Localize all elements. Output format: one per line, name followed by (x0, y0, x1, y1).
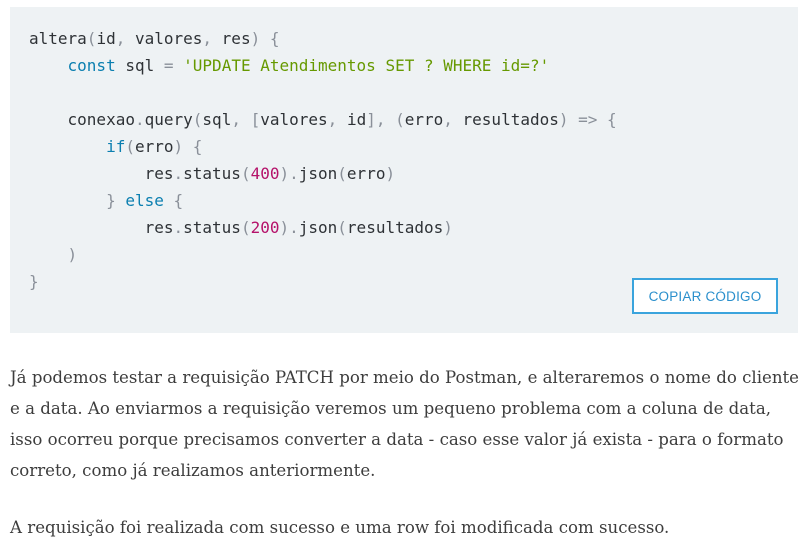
code-token: id (346, 110, 367, 129)
code-token: ( (240, 164, 251, 183)
code-token: ( (125, 137, 135, 156)
code-line: conexao.query(sql, [valores, id], (erro,… (29, 106, 617, 133)
code-token: = (163, 56, 174, 75)
code-line: altera(id, valores, res) { (29, 25, 617, 52)
code-token: . (173, 218, 184, 237)
code-token: , (202, 29, 222, 48)
code-token: sql (115, 56, 164, 75)
code-token: erro (346, 164, 386, 183)
code-token: ) => { (558, 110, 617, 129)
code-token: } (29, 272, 39, 291)
code-token: json (298, 164, 338, 183)
code-line: ) (29, 241, 617, 268)
code-token: } (106, 191, 126, 210)
code-token: const (67, 56, 116, 75)
code-token: 'UPDATE Atendimentos SET ? WHERE id=?' (183, 56, 550, 75)
code-token: if (106, 137, 126, 156)
code-token: ) { (173, 137, 203, 156)
code-token: json (298, 218, 338, 237)
code-token: erro (134, 137, 174, 156)
code-token: erro (404, 110, 444, 129)
code-token: resultados (462, 110, 559, 129)
code-token: valores (260, 110, 328, 129)
code-line: } else { (29, 187, 617, 214)
code-content: altera(id, valores, res) { const sql = '… (29, 25, 617, 295)
code-token: id (96, 29, 116, 48)
code-token: status (183, 218, 241, 237)
code-token: ) (443, 218, 453, 237)
code-token: res (221, 29, 251, 48)
code-token: 400 (250, 164, 280, 183)
code-token: . (134, 110, 145, 129)
code-token: , (115, 29, 135, 48)
code-token: 200 (250, 218, 280, 237)
code-token: ( (192, 110, 203, 129)
code-token: ], ( (366, 110, 405, 129)
code-line: const sql = 'UPDATE Atendimentos SET ? W… (29, 52, 617, 79)
code-token: , (443, 110, 463, 129)
code-token: sql (202, 110, 232, 129)
code-token: { (163, 191, 184, 210)
paragraph: A requisição foi realizada com sucesso e… (10, 518, 670, 537)
code-line: res.status(200).json(resultados) (29, 214, 617, 241)
code-token: ). (279, 218, 299, 237)
copy-code-button[interactable]: COPIAR CÓDIGO (632, 278, 778, 314)
code-token: altera (29, 29, 87, 48)
code-token: res (29, 218, 174, 237)
code-token: , [ (231, 110, 261, 129)
paragraph: Já podemos testar a requisição PATCH por… (10, 368, 800, 480)
code-token: res (29, 164, 174, 183)
code-token: resultados (346, 218, 444, 237)
code-token: ) (385, 164, 396, 183)
code-token: query (144, 110, 193, 129)
code-token: ( (337, 218, 347, 237)
code-line: if(erro) { (29, 133, 617, 160)
code-token: ( (337, 164, 347, 183)
code-token: ( (86, 29, 97, 48)
code-line: res.status(400).json(erro) (29, 160, 617, 187)
code-token: status (183, 164, 241, 183)
code-token: else (125, 191, 164, 210)
code-token: valores (134, 29, 203, 48)
code-block: altera(id, valores, res) { const sql = '… (10, 7, 798, 333)
code-token: ( (240, 218, 251, 237)
code-token: ) (67, 245, 78, 264)
code-token: , (327, 110, 347, 129)
code-token: conexao (29, 110, 135, 129)
code-line: } (29, 268, 617, 295)
code-token: ). (279, 164, 299, 183)
code-token: ) { (250, 29, 280, 48)
code-token: . (173, 164, 184, 183)
